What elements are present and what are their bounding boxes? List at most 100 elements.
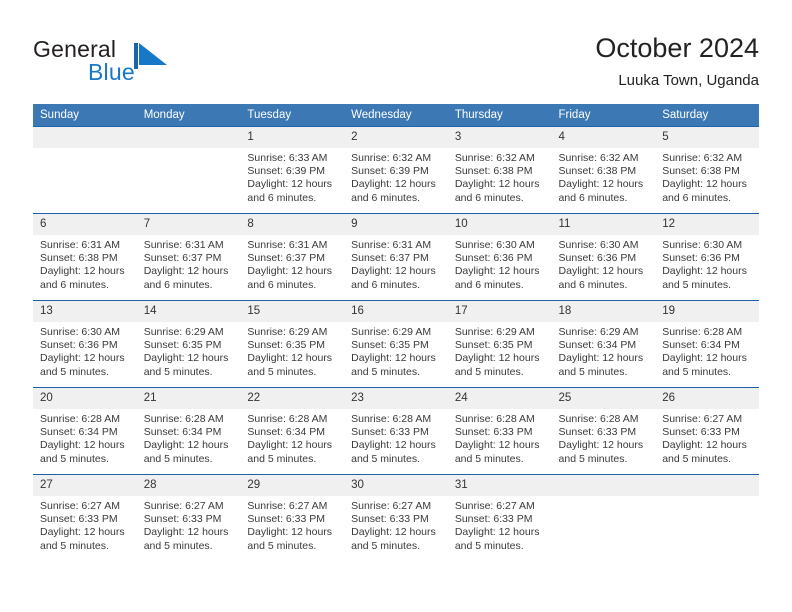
sunset-time: Sunset: 6:33 PM [454, 426, 533, 439]
weekday-header-friday: Friday [551, 104, 656, 127]
sunrise-time: Sunrise: 6:28 AM [662, 326, 743, 338]
day-details: Sunrise: 6:31 AM Sunset: 6:37 PM Daylight:… [137, 235, 241, 292]
day-number [33, 127, 137, 148]
calendar-day-cell[interactable]: 1 Sunrise: 6:33 AM Sunset: 6:39 PM Daylight… [240, 126, 345, 214]
page-title: October 2024 [595, 33, 759, 63]
day-number [655, 475, 759, 496]
daylight-duration-line2: and 6 minutes. [351, 278, 420, 291]
brand-name-blue: Blue [88, 59, 135, 85]
daylight-duration-line1: Daylight: 12 hours [662, 178, 747, 191]
sunset-time: Sunset: 6:35 PM [247, 339, 326, 352]
calendar-day-cell[interactable]: 17 Sunrise: 6:29 AM Sunset: 6:35 PM Dayligh… [447, 300, 552, 388]
day-details: Sunrise: 6:30 AM Sunset: 6:36 PM Daylight:… [655, 235, 759, 292]
calendar-day-cell[interactable]: 28 Sunrise: 6:27 AM Sunset: 6:33 PM Dayligh… [136, 474, 241, 561]
day-details: Sunrise: 6:33 AM Sunset: 6:39 PM Daylight:… [240, 148, 344, 205]
calendar-day-cell[interactable]: 4 Sunrise: 6:32 AM Sunset: 6:38 PM Daylight… [551, 126, 656, 214]
sunrise-time: Sunrise: 6:27 AM [351, 500, 432, 512]
sunset-time: Sunset: 6:35 PM [454, 339, 533, 352]
calendar-day-cell[interactable]: 12 Sunrise: 6:30 AM Sunset: 6:36 PM Dayligh… [655, 213, 759, 301]
calendar-day-cell[interactable]: 30 Sunrise: 6:27 AM Sunset: 6:33 PM Dayligh… [344, 474, 448, 561]
sunrise-time: Sunrise: 6:31 AM [247, 239, 328, 251]
day-details: Sunrise: 6:31 AM Sunset: 6:37 PM Daylight:… [344, 235, 448, 292]
calendar-day-cell[interactable]: 21 Sunrise: 6:28 AM Sunset: 6:34 PM Dayligh… [136, 387, 241, 475]
sunrise-time: Sunrise: 6:30 AM [662, 239, 743, 251]
sunset-time: Sunset: 6:37 PM [247, 252, 326, 265]
daylight-duration-line2: and 5 minutes. [454, 452, 524, 465]
day-number: 10 [447, 214, 552, 235]
calendar-day-cell[interactable]: 3 Sunrise: 6:32 AM Sunset: 6:38 PM Daylight… [447, 126, 552, 214]
calendar-day-cell[interactable]: 27 Sunrise: 6:27 AM Sunset: 6:33 PM Dayligh… [33, 474, 137, 561]
calendar-day-cell[interactable]: 10 Sunrise: 6:30 AM Sunset: 6:36 PM Dayligh… [447, 213, 552, 301]
calendar-day-cell[interactable]: 8 Sunrise: 6:31 AM Sunset: 6:37 PM Daylight… [240, 213, 345, 301]
daylight-duration-line1: Daylight: 12 hours [351, 178, 436, 191]
day-number: 17 [447, 301, 552, 322]
sunrise-time: Sunrise: 6:28 AM [454, 413, 535, 425]
calendar-day-cell[interactable]: 15 Sunrise: 6:29 AM Sunset: 6:35 PM Dayligh… [240, 300, 345, 388]
day-details: Sunrise: 6:27 AM Sunset: 6:33 PM Daylight:… [240, 496, 344, 553]
daylight-duration-line1: Daylight: 12 hours [143, 265, 229, 278]
sunset-time: Sunset: 6:34 PM [558, 339, 637, 352]
sunset-time: Sunset: 6:35 PM [351, 339, 429, 352]
sunrise-time: Sunrise: 6:29 AM [351, 326, 432, 338]
day-number: 7 [136, 214, 241, 235]
day-number: 5 [655, 127, 759, 148]
daylight-duration-line1: Daylight: 12 hours [351, 265, 436, 278]
sunset-time: Sunset: 6:33 PM [143, 513, 222, 526]
sunset-time: Sunset: 6:33 PM [662, 426, 740, 439]
day-details: Sunrise: 6:27 AM Sunset: 6:33 PM Daylight:… [137, 496, 241, 553]
calendar-day-cell[interactable]: 18 Sunrise: 6:29 AM Sunset: 6:34 PM Dayligh… [551, 300, 656, 388]
calendar-day-cell[interactable]: 6 Sunrise: 6:31 AM Sunset: 6:38 PM Daylight… [33, 213, 137, 301]
calendar-day-cell[interactable]: 19 Sunrise: 6:28 AM Sunset: 6:34 PM Dayligh… [655, 300, 759, 388]
brand-logo[interactable]: General Blue [33, 36, 233, 88]
sunrise-time: Sunrise: 6:27 AM [247, 500, 328, 512]
calendar-day-cell[interactable]: 25 Sunrise: 6:28 AM Sunset: 6:33 PM Dayligh… [551, 387, 656, 475]
calendar-day-cell[interactable]: 26 Sunrise: 6:27 AM Sunset: 6:33 PM Dayligh… [655, 387, 759, 475]
weekday-header-wednesday: Wednesday [344, 104, 448, 127]
daylight-duration-line1: Daylight: 12 hours [40, 526, 125, 539]
weekday-header-saturday: Saturday [655, 104, 759, 127]
sunrise-time: Sunrise: 6:28 AM [351, 413, 432, 425]
calendar-day-cell[interactable]: 9 Sunrise: 6:31 AM Sunset: 6:37 PM Daylight… [344, 213, 448, 301]
sunrise-time: Sunrise: 6:31 AM [40, 239, 120, 251]
calendar-day-cell[interactable]: 7 Sunrise: 6:31 AM Sunset: 6:37 PM Daylight… [136, 213, 241, 301]
daylight-duration-line2: and 6 minutes. [558, 278, 628, 291]
calendar-day-cell[interactable]: 14 Sunrise: 6:29 AM Sunset: 6:35 PM Dayligh… [136, 300, 241, 388]
calendar-day-cell[interactable]: 31 Sunrise: 6:27 AM Sunset: 6:33 PM Dayligh… [447, 474, 552, 561]
daylight-duration-line2: and 5 minutes. [351, 365, 420, 378]
day-number: 13 [33, 301, 137, 322]
day-details: Sunrise: 6:32 AM Sunset: 6:38 PM Daylight:… [552, 148, 656, 205]
daylight-duration-line1: Daylight: 12 hours [662, 352, 747, 365]
daylight-duration-line2: and 5 minutes. [143, 365, 213, 378]
daylight-duration-line1: Daylight: 12 hours [558, 352, 644, 365]
day-number: 18 [551, 301, 656, 322]
blue-triangle-flag-icon [134, 43, 168, 69]
daylight-duration-line1: Daylight: 12 hours [40, 352, 125, 365]
daylight-duration-line2: and 6 minutes. [351, 191, 420, 204]
calendar-day-cell[interactable]: 29 Sunrise: 6:27 AM Sunset: 6:33 PM Dayligh… [240, 474, 345, 561]
calendar-day-cell[interactable]: 23 Sunrise: 6:28 AM Sunset: 6:33 PM Dayligh… [344, 387, 448, 475]
day-details: Sunrise: 6:29 AM Sunset: 6:35 PM Daylight:… [137, 322, 241, 379]
daylight-duration-line1: Daylight: 12 hours [40, 265, 125, 278]
calendar-day-cell[interactable]: 20 Sunrise: 6:28 AM Sunset: 6:34 PM Dayligh… [33, 387, 137, 475]
day-number: 15 [240, 301, 345, 322]
daylight-duration-line1: Daylight: 12 hours [558, 265, 644, 278]
daylight-duration-line2: and 6 minutes. [454, 278, 524, 291]
calendar-day-cell[interactable]: 11 Sunrise: 6:30 AM Sunset: 6:36 PM Dayligh… [551, 213, 656, 301]
calendar-day-cell[interactable]: 24 Sunrise: 6:28 AM Sunset: 6:33 PM Dayligh… [447, 387, 552, 475]
day-number: 26 [655, 388, 759, 409]
sunrise-time: Sunrise: 6:33 AM [247, 152, 328, 164]
sunset-time: Sunset: 6:34 PM [40, 426, 118, 439]
sunrise-time: Sunrise: 6:32 AM [351, 152, 432, 164]
calendar-day-cell[interactable]: 2 Sunrise: 6:32 AM Sunset: 6:39 PM Daylight… [344, 126, 448, 214]
sunset-time: Sunset: 6:33 PM [454, 513, 533, 526]
day-number: 21 [136, 388, 241, 409]
sunrise-time: Sunrise: 6:31 AM [351, 239, 432, 251]
day-details: Sunrise: 6:28 AM Sunset: 6:33 PM Daylight:… [448, 409, 552, 466]
calendar-day-cell[interactable]: 13 Sunrise: 6:30 AM Sunset: 6:36 PM Dayligh… [33, 300, 137, 388]
day-details: Sunrise: 6:28 AM Sunset: 6:34 PM Daylight:… [240, 409, 344, 466]
calendar-day-cell[interactable]: 5 Sunrise: 6:32 AM Sunset: 6:38 PM Daylight… [655, 126, 759, 214]
calendar-day-cell[interactable]: 16 Sunrise: 6:29 AM Sunset: 6:35 PM Dayligh… [344, 300, 448, 388]
day-details: Sunrise: 6:29 AM Sunset: 6:35 PM Daylight:… [344, 322, 448, 379]
calendar-day-cell[interactable]: 22 Sunrise: 6:28 AM Sunset: 6:34 PM Dayligh… [240, 387, 345, 475]
day-details: Sunrise: 6:31 AM Sunset: 6:38 PM Daylight:… [33, 235, 137, 292]
